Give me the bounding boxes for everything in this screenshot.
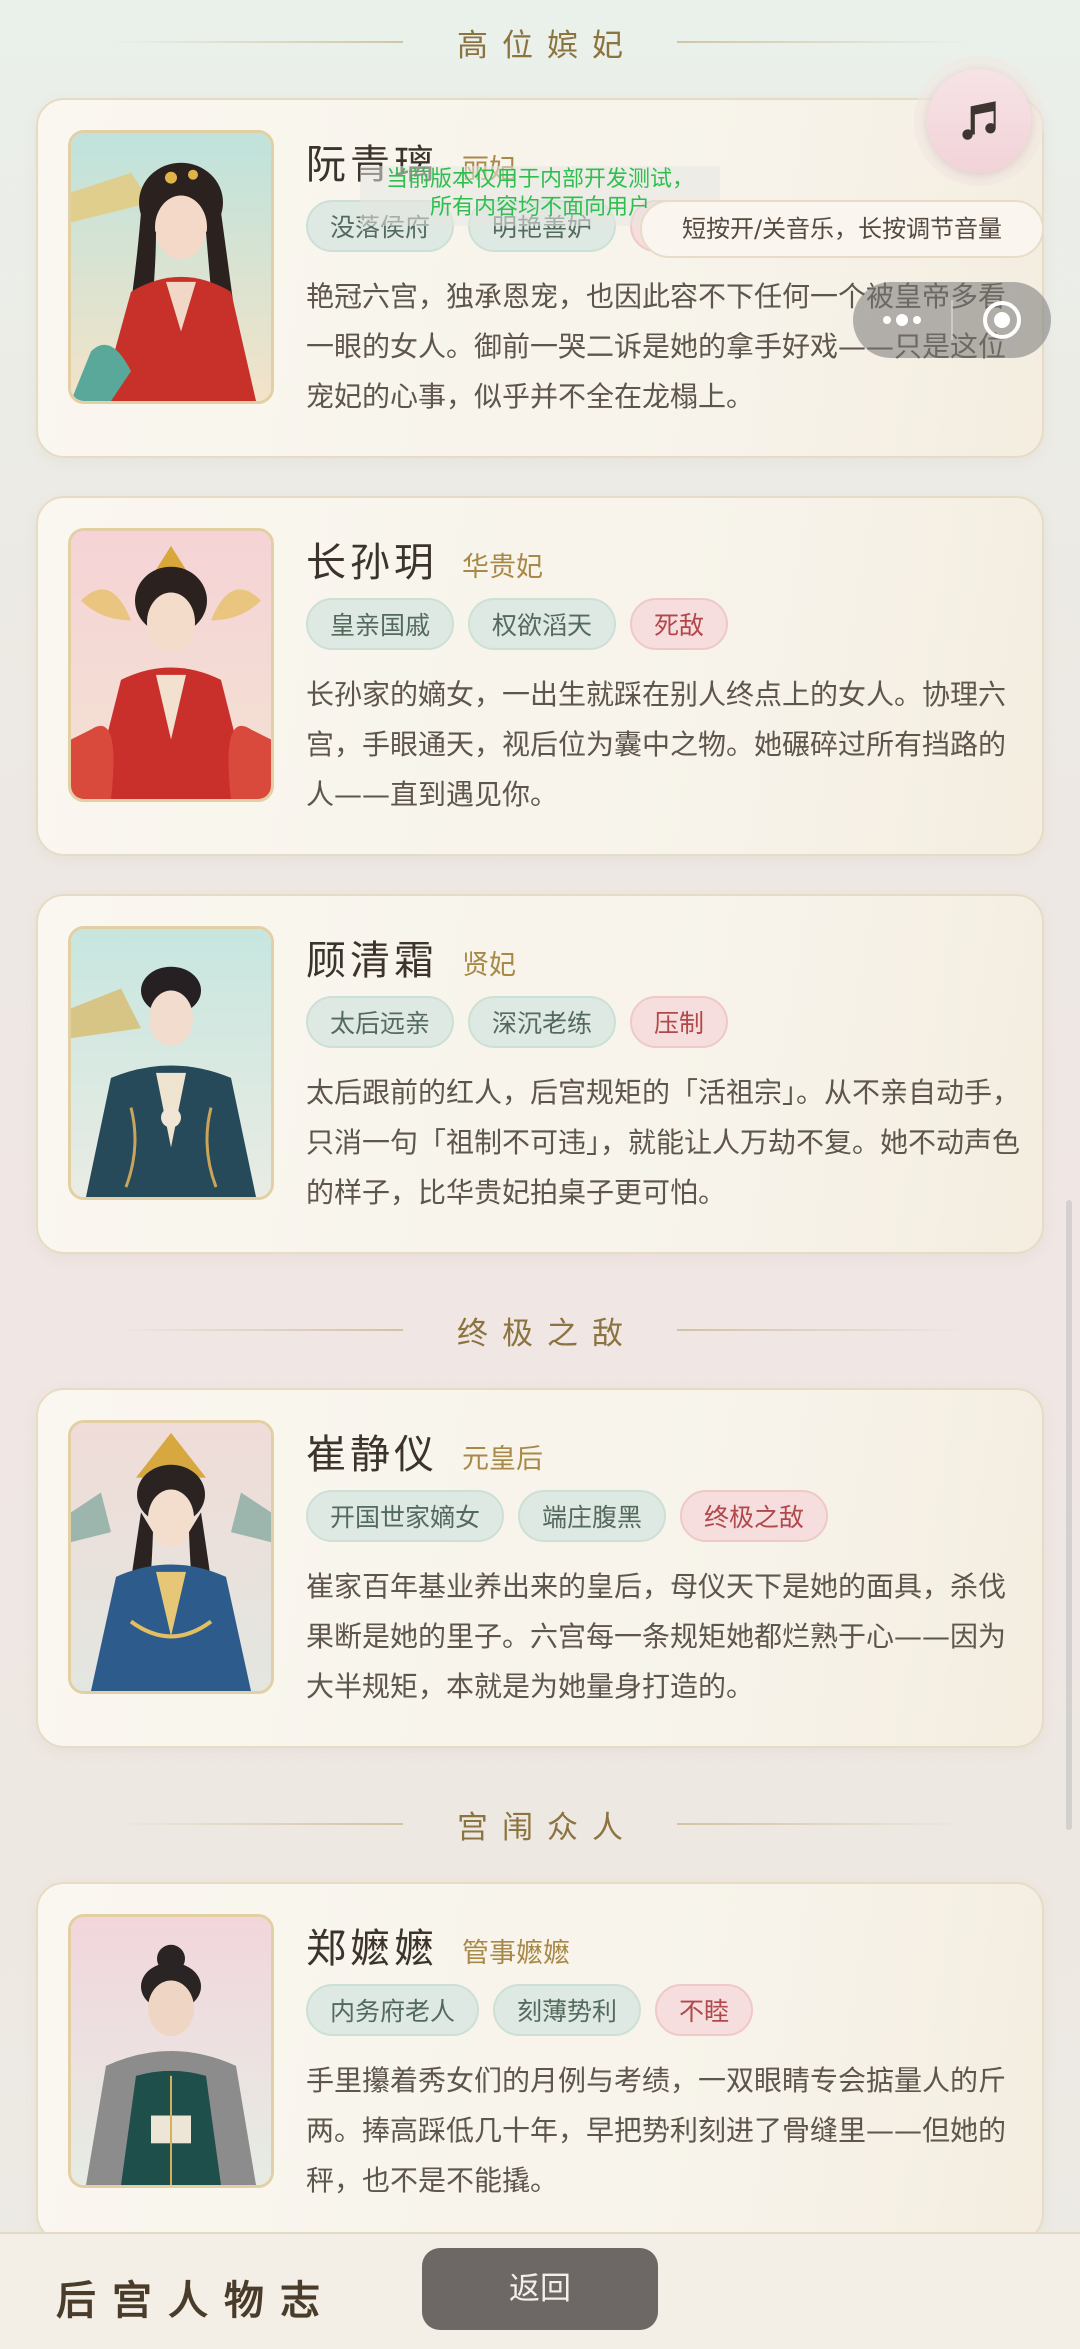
music-note-icon <box>962 101 996 140</box>
character-portrait <box>68 926 274 1200</box>
bottom-bar: 后宫人物志 返回 <box>0 2232 1080 2349</box>
section-header-high-consorts: 高位嫔妃 <box>0 12 1080 72</box>
character-name: 郑嬷嬷 <box>306 1926 438 1972</box>
character-description: 太后跟前的红人，后宫规矩的「活祖宗」。从不亲自动手，只消一句「祖制不可违」，就能… <box>306 1076 1021 1209</box>
divider-line <box>113 1823 403 1825</box>
more-dots-icon <box>883 314 921 326</box>
character-name: 长孙玥 <box>306 540 438 586</box>
character-name: 崔静仪 <box>306 1432 438 1478</box>
tag-background: 内务府老人 <box>306 1984 480 2036</box>
tag-background: 开国世家嫡女 <box>306 1490 505 1542</box>
character-description: 长孙家的嫡女，一出生就踩在别人终点上的女人。协理六宫，手眼通天，视后位为囊中之物… <box>306 678 1007 811</box>
target-close-icon <box>983 301 1021 339</box>
tag-relation: 终极之敌 <box>680 1490 829 1542</box>
tag-personality: 权欲滔天 <box>468 598 617 650</box>
section-title: 终极之敌 <box>457 1315 637 1352</box>
character-portrait <box>68 528 274 802</box>
divider-line <box>113 1329 403 1331</box>
tag-personality: 深沉老练 <box>468 996 617 1048</box>
character-title: 贤妃 <box>462 950 516 981</box>
section-title: 高位嫔妃 <box>457 27 637 64</box>
tag-list: 内务府老人 刻薄势利 不睦 <box>306 1984 754 2036</box>
character-card-cui-jingyi[interactable]: 崔静仪 元皇后 开国世家嫡女 端庄腹黑 终极之敌 崔家百年基业养出来的皇后，母仪… <box>36 1388 1044 1748</box>
divider-line <box>113 41 403 43</box>
more-options-button[interactable] <box>853 282 951 358</box>
section-header-ultimate-enemy: 终极之敌 <box>0 1300 1080 1360</box>
character-title: 元皇后 <box>462 1444 543 1475</box>
music-toggle-button[interactable] <box>914 56 1044 186</box>
back-button[interactable]: 返回 <box>422 2248 658 2330</box>
divider-line <box>677 1823 967 1825</box>
character-name: 顾清霜 <box>306 938 438 984</box>
tag-background: 皇亲国戚 <box>306 598 455 650</box>
tag-list: 太后远亲 深沉老练 压制 <box>306 996 729 1048</box>
page-brand-title: 后宫人物志 <box>56 2278 336 2324</box>
character-title: 管事嬷嬷 <box>462 1938 570 1969</box>
character-card-gu-qingshuang[interactable]: 顾清霜 贤妃 太后远亲 深沉老练 压制 太后跟前的红人，后宫规矩的「活祖宗」。从… <box>36 894 1044 1254</box>
tag-relation: 不睦 <box>655 1984 754 2036</box>
section-title: 宫闱众人 <box>457 1809 637 1846</box>
scrollbar[interactable] <box>1066 1200 1072 1830</box>
tag-list: 皇亲国戚 权欲滔天 死敌 <box>306 598 729 650</box>
character-description: 手里攥着秀女们的月例与考绩，一双眼睛专会掂量人的斤两。捧高踩低几十年，早把势利刻… <box>306 2064 1007 2197</box>
character-card-ruan-qingli[interactable]: 阮青璃 丽妃 没落侯府 明艳善妒 争宠 艳冠六宫，独承恩宠，也因此容不下任何一个… <box>36 98 1044 458</box>
tag-personality: 刻薄势利 <box>493 1984 642 2036</box>
character-title: 华贵妃 <box>462 552 543 583</box>
section-header-palace-people: 宫闱众人 <box>0 1794 1080 1854</box>
tag-list: 开国世家嫡女 端庄腹黑 终极之敌 <box>306 1490 829 1542</box>
divider-line <box>677 41 967 43</box>
tag-relation: 死敌 <box>630 598 729 650</box>
music-tooltip: 短按开/关音乐，长按调节音量 <box>640 200 1044 258</box>
divider-line <box>677 1329 967 1331</box>
dev-notice-line: 当前版本仅用于内部开发测试， <box>385 167 694 192</box>
tag-relation: 压制 <box>630 996 729 1048</box>
tag-personality: 端庄腹黑 <box>518 1490 667 1542</box>
close-mini-program-button[interactable] <box>953 282 1051 358</box>
character-description: 崔家百年基业养出来的皇后，母仪天下是她的面具，杀伐果断是她的里子。六宫每一条规矩… <box>306 1570 1007 1703</box>
tag-background: 太后远亲 <box>306 996 455 1048</box>
character-card-zheng-momo[interactable]: 郑嬷嬷 管事嬷嬷 内务府老人 刻薄势利 不睦 手里攥着秀女们的月例与考绩，一双眼… <box>36 1882 1044 2242</box>
mini-program-capsule <box>853 282 1051 358</box>
character-card-zhangsun-yue[interactable]: 长孙玥 华贵妃 皇亲国戚 权欲滔天 死敌 长孙家的嫡女，一出生就踩在别人终点上的… <box>36 496 1044 856</box>
character-portrait <box>68 1420 274 1694</box>
character-portrait <box>68 130 274 404</box>
character-portrait <box>68 1914 274 2188</box>
